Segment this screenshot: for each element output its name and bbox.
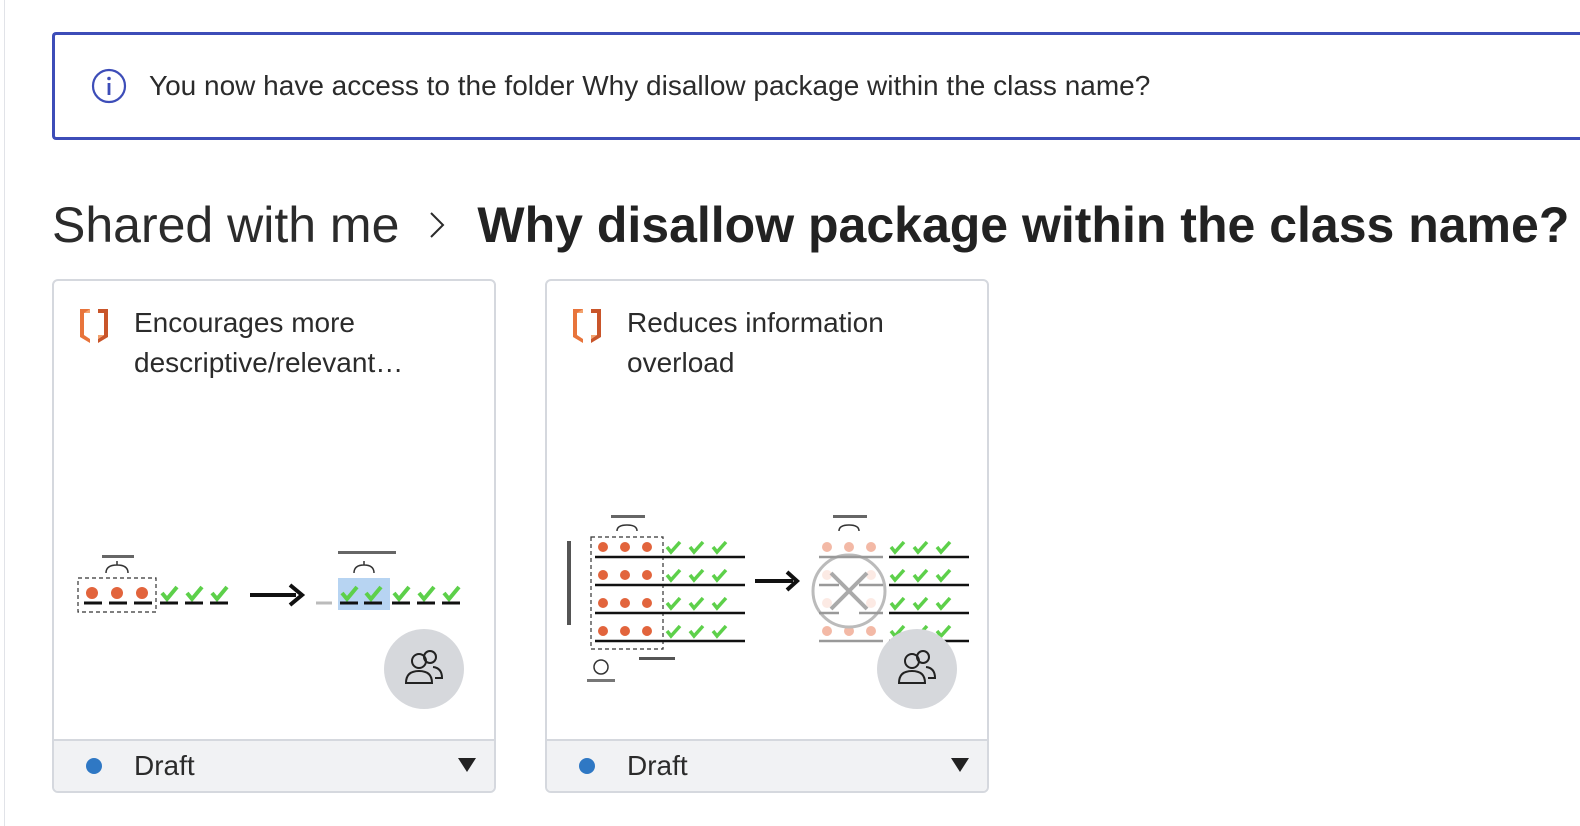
orange-cube-logo-icon — [567, 305, 607, 345]
breadcrumb: Shared with me Why disallow package with… — [52, 190, 1569, 260]
status-dot — [86, 758, 102, 774]
access-notification-banner: You now have access to the folder Why di… — [52, 32, 1580, 140]
page-title: Why disallow package within the class na… — [477, 197, 1570, 253]
status-dropdown[interactable]: Draft — [547, 739, 987, 791]
caret-down-icon — [458, 758, 476, 772]
chevron-right-icon — [427, 207, 447, 243]
banner-message: You now have access to the folder Why di… — [149, 70, 1151, 101]
left-divider — [4, 0, 5, 826]
status-dot — [579, 758, 595, 774]
breadcrumb-shared-with-me-link[interactable]: Shared with me — [52, 196, 399, 254]
shared-users-button[interactable] — [384, 629, 464, 709]
status-label: Draft — [134, 750, 195, 781]
caret-down-icon — [951, 758, 969, 772]
orange-cube-logo-icon — [74, 305, 114, 345]
document-card-descriptive[interactable]: Encourages more descriptive/relevant… Dr… — [52, 279, 496, 793]
shared-users-icon — [402, 647, 446, 692]
document-card-information-overload[interactable]: Reduces information overload Draft — [545, 279, 989, 793]
status-dropdown[interactable]: Draft — [54, 739, 494, 791]
info-icon — [91, 68, 127, 104]
status-label: Draft — [627, 750, 688, 781]
shared-users-icon — [895, 647, 939, 692]
shared-users-button[interactable] — [877, 629, 957, 709]
card-title: Encourages more descriptive/relevant… — [134, 307, 404, 378]
card-title: Reduces information overload — [627, 307, 884, 378]
